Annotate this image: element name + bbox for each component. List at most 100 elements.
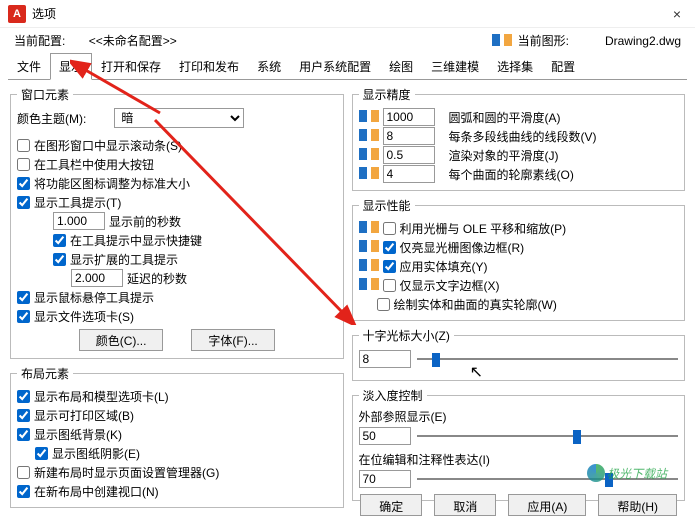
tab-9[interactable]: 配置 (542, 53, 584, 79)
hover-tooltip-checkbox[interactable] (17, 291, 30, 304)
fonts-button[interactable]: 字体(F)... (191, 329, 274, 351)
layout-tabs-label: 显示布局和模型选项卡(L) (34, 388, 169, 405)
ok-button[interactable]: 确定 (360, 494, 422, 516)
paper-shadow-checkbox[interactable] (35, 447, 48, 460)
layout-elements-legend: 布局元素 (17, 365, 73, 382)
paper-shadow-label: 显示图纸阴影(E) (52, 445, 140, 462)
show-tooltips-checkbox[interactable] (17, 196, 30, 209)
ext-tooltip-delay-label: 延迟的秒数 (127, 270, 187, 287)
res-input-1[interactable] (383, 127, 435, 145)
window-title: 选项 (32, 5, 56, 22)
silhouette-label: 绘制实体和曲面的真实轮廓(W) (394, 296, 557, 313)
silhouette-checkbox[interactable] (377, 298, 390, 311)
color-theme-select[interactable]: 暗 (114, 108, 244, 128)
current-drawing-label: 当前图形: (518, 32, 569, 49)
inplace-fade-input[interactable] (359, 470, 411, 488)
res-label-3: 每个曲面的轮廓素线(O) (449, 166, 574, 183)
res-icon (359, 167, 379, 181)
perf-icon (359, 221, 379, 235)
res-input-2[interactable] (383, 146, 435, 164)
window-elements-group: 窗口元素 颜色主题(M): 暗 在图形窗口中显示滚动条(S) 在工具栏中使用大按… (10, 86, 344, 359)
drawing-icon (492, 34, 512, 48)
crosshair-size-input[interactable] (359, 350, 411, 368)
tab-4[interactable]: 系统 (248, 53, 290, 79)
res-input-0[interactable] (383, 108, 435, 126)
show-scrollbars-checkbox[interactable] (17, 139, 30, 152)
current-drawing-value: Drawing2.dwg (605, 34, 681, 48)
viewport-label: 在新布局中创建视口(N) (34, 483, 159, 500)
tab-2[interactable]: 打开和保存 (92, 53, 170, 79)
current-profile-value: <<未命名配置>> (89, 34, 177, 48)
crosshair-size-slider[interactable] (417, 351, 679, 367)
colors-button[interactable]: 颜色(C)... (79, 329, 164, 351)
perf-icon (359, 259, 379, 273)
tab-7[interactable]: 三维建模 (422, 53, 488, 79)
display-resolution-legend: 显示精度 (359, 86, 415, 103)
show-ext-tooltip-checkbox[interactable] (53, 253, 66, 266)
res-label-1: 每条多段线曲线的线段数(V) (449, 128, 597, 145)
tab-6[interactable]: 绘图 (380, 53, 422, 79)
show-tooltips-label: 显示工具提示(T) (34, 194, 121, 211)
show-shortcut-label: 在工具提示中显示快捷键 (70, 232, 202, 249)
tab-8[interactable]: 选择集 (488, 53, 542, 79)
color-theme-label: 颜色主题(M): (17, 110, 86, 127)
res-icon (359, 129, 379, 143)
show-ext-tooltip-label: 显示扩展的工具提示 (70, 251, 178, 268)
current-profile-label: 当前配置: (14, 34, 65, 48)
file-tabs-checkbox[interactable] (17, 310, 30, 323)
text-frame-checkbox[interactable] (383, 279, 396, 292)
crosshair-size-group: 十字光标大小(Z) (352, 327, 686, 381)
solid-fill-label: 应用实体填充(Y) (400, 258, 488, 275)
close-button[interactable]: × (667, 4, 687, 24)
res-label-0: 圆弧和圆的平滑度(A) (449, 109, 561, 126)
tooltip-seconds-label: 显示前的秒数 (109, 213, 181, 230)
tab-3[interactable]: 打印和发布 (170, 53, 248, 79)
paper-bg-label: 显示图纸背景(K) (34, 426, 122, 443)
resize-ribbon-checkbox[interactable] (17, 177, 30, 190)
tab-1[interactable]: 显示 (50, 53, 92, 80)
cancel-button[interactable]: 取消 (434, 494, 496, 516)
xref-fade-slider[interactable] (417, 428, 679, 444)
page-setup-label: 新建布局时显示页面设置管理器(G) (34, 464, 219, 481)
window-elements-legend: 窗口元素 (17, 86, 73, 103)
help-button[interactable]: 帮助(H) (598, 494, 677, 516)
layout-tabs-checkbox[interactable] (17, 390, 30, 403)
show-scrollbars-label: 在图形窗口中显示滚动条(S) (34, 137, 182, 154)
display-performance-legend: 显示性能 (359, 197, 415, 214)
fade-control-group: 淡入度控制 外部参照显示(E) 在位编辑和注释性表达(I) (352, 387, 686, 501)
res-icon (359, 148, 379, 162)
res-input-3[interactable] (383, 165, 435, 183)
viewport-checkbox[interactable] (17, 485, 30, 498)
highlight-raster-checkbox[interactable] (383, 241, 396, 254)
large-buttons-checkbox[interactable] (17, 158, 30, 171)
crosshair-size-legend: 十字光标大小(Z) (359, 327, 454, 344)
res-label-2: 渲染对象的平滑度(J) (449, 147, 559, 164)
file-tabs-label: 显示文件选项卡(S) (34, 308, 134, 325)
tab-strip: 文件显示打开和保存打印和发布系统用户系统配置绘图三维建模选择集配置 (8, 53, 687, 80)
xref-fade-label: 外部参照显示(E) (359, 408, 679, 425)
solid-fill-checkbox[interactable] (383, 260, 396, 273)
highlight-raster-label: 仅亮显光栅图像边框(R) (400, 239, 525, 256)
pan-zoom-label: 利用光栅与 OLE 平移和缩放(P) (400, 220, 567, 237)
perf-icon (359, 240, 379, 254)
large-buttons-label: 在工具栏中使用大按钮 (34, 156, 154, 173)
page-setup-checkbox[interactable] (17, 466, 30, 479)
resize-ribbon-label: 将功能区图标调整为标准大小 (34, 175, 190, 192)
perf-icon (359, 278, 379, 292)
pan-zoom-checkbox[interactable] (383, 222, 396, 235)
app-logo: A (8, 5, 26, 23)
xref-fade-input[interactable] (359, 427, 411, 445)
watermark: 极光下载站 (587, 464, 667, 482)
display-resolution-group: 显示精度 圆弧和圆的平滑度(A) 每条多段线曲线的线段数(V) 渲染对象的平滑度(J… (352, 86, 686, 191)
printable-area-checkbox[interactable] (17, 409, 30, 422)
tab-5[interactable]: 用户系统配置 (290, 53, 380, 79)
res-icon (359, 110, 379, 124)
hover-tooltip-label: 显示鼠标悬停工具提示 (34, 289, 154, 306)
ext-tooltip-delay-input[interactable] (71, 269, 123, 287)
apply-button[interactable]: 应用(A) (508, 494, 586, 516)
show-shortcut-checkbox[interactable] (53, 234, 66, 247)
display-performance-group: 显示性能 利用光栅与 OLE 平移和缩放(P) 仅亮显光栅图像边框(R) 应用实… (352, 197, 686, 321)
paper-bg-checkbox[interactable] (17, 428, 30, 441)
tab-0[interactable]: 文件 (8, 53, 50, 79)
tooltip-seconds-input[interactable] (53, 212, 105, 230)
